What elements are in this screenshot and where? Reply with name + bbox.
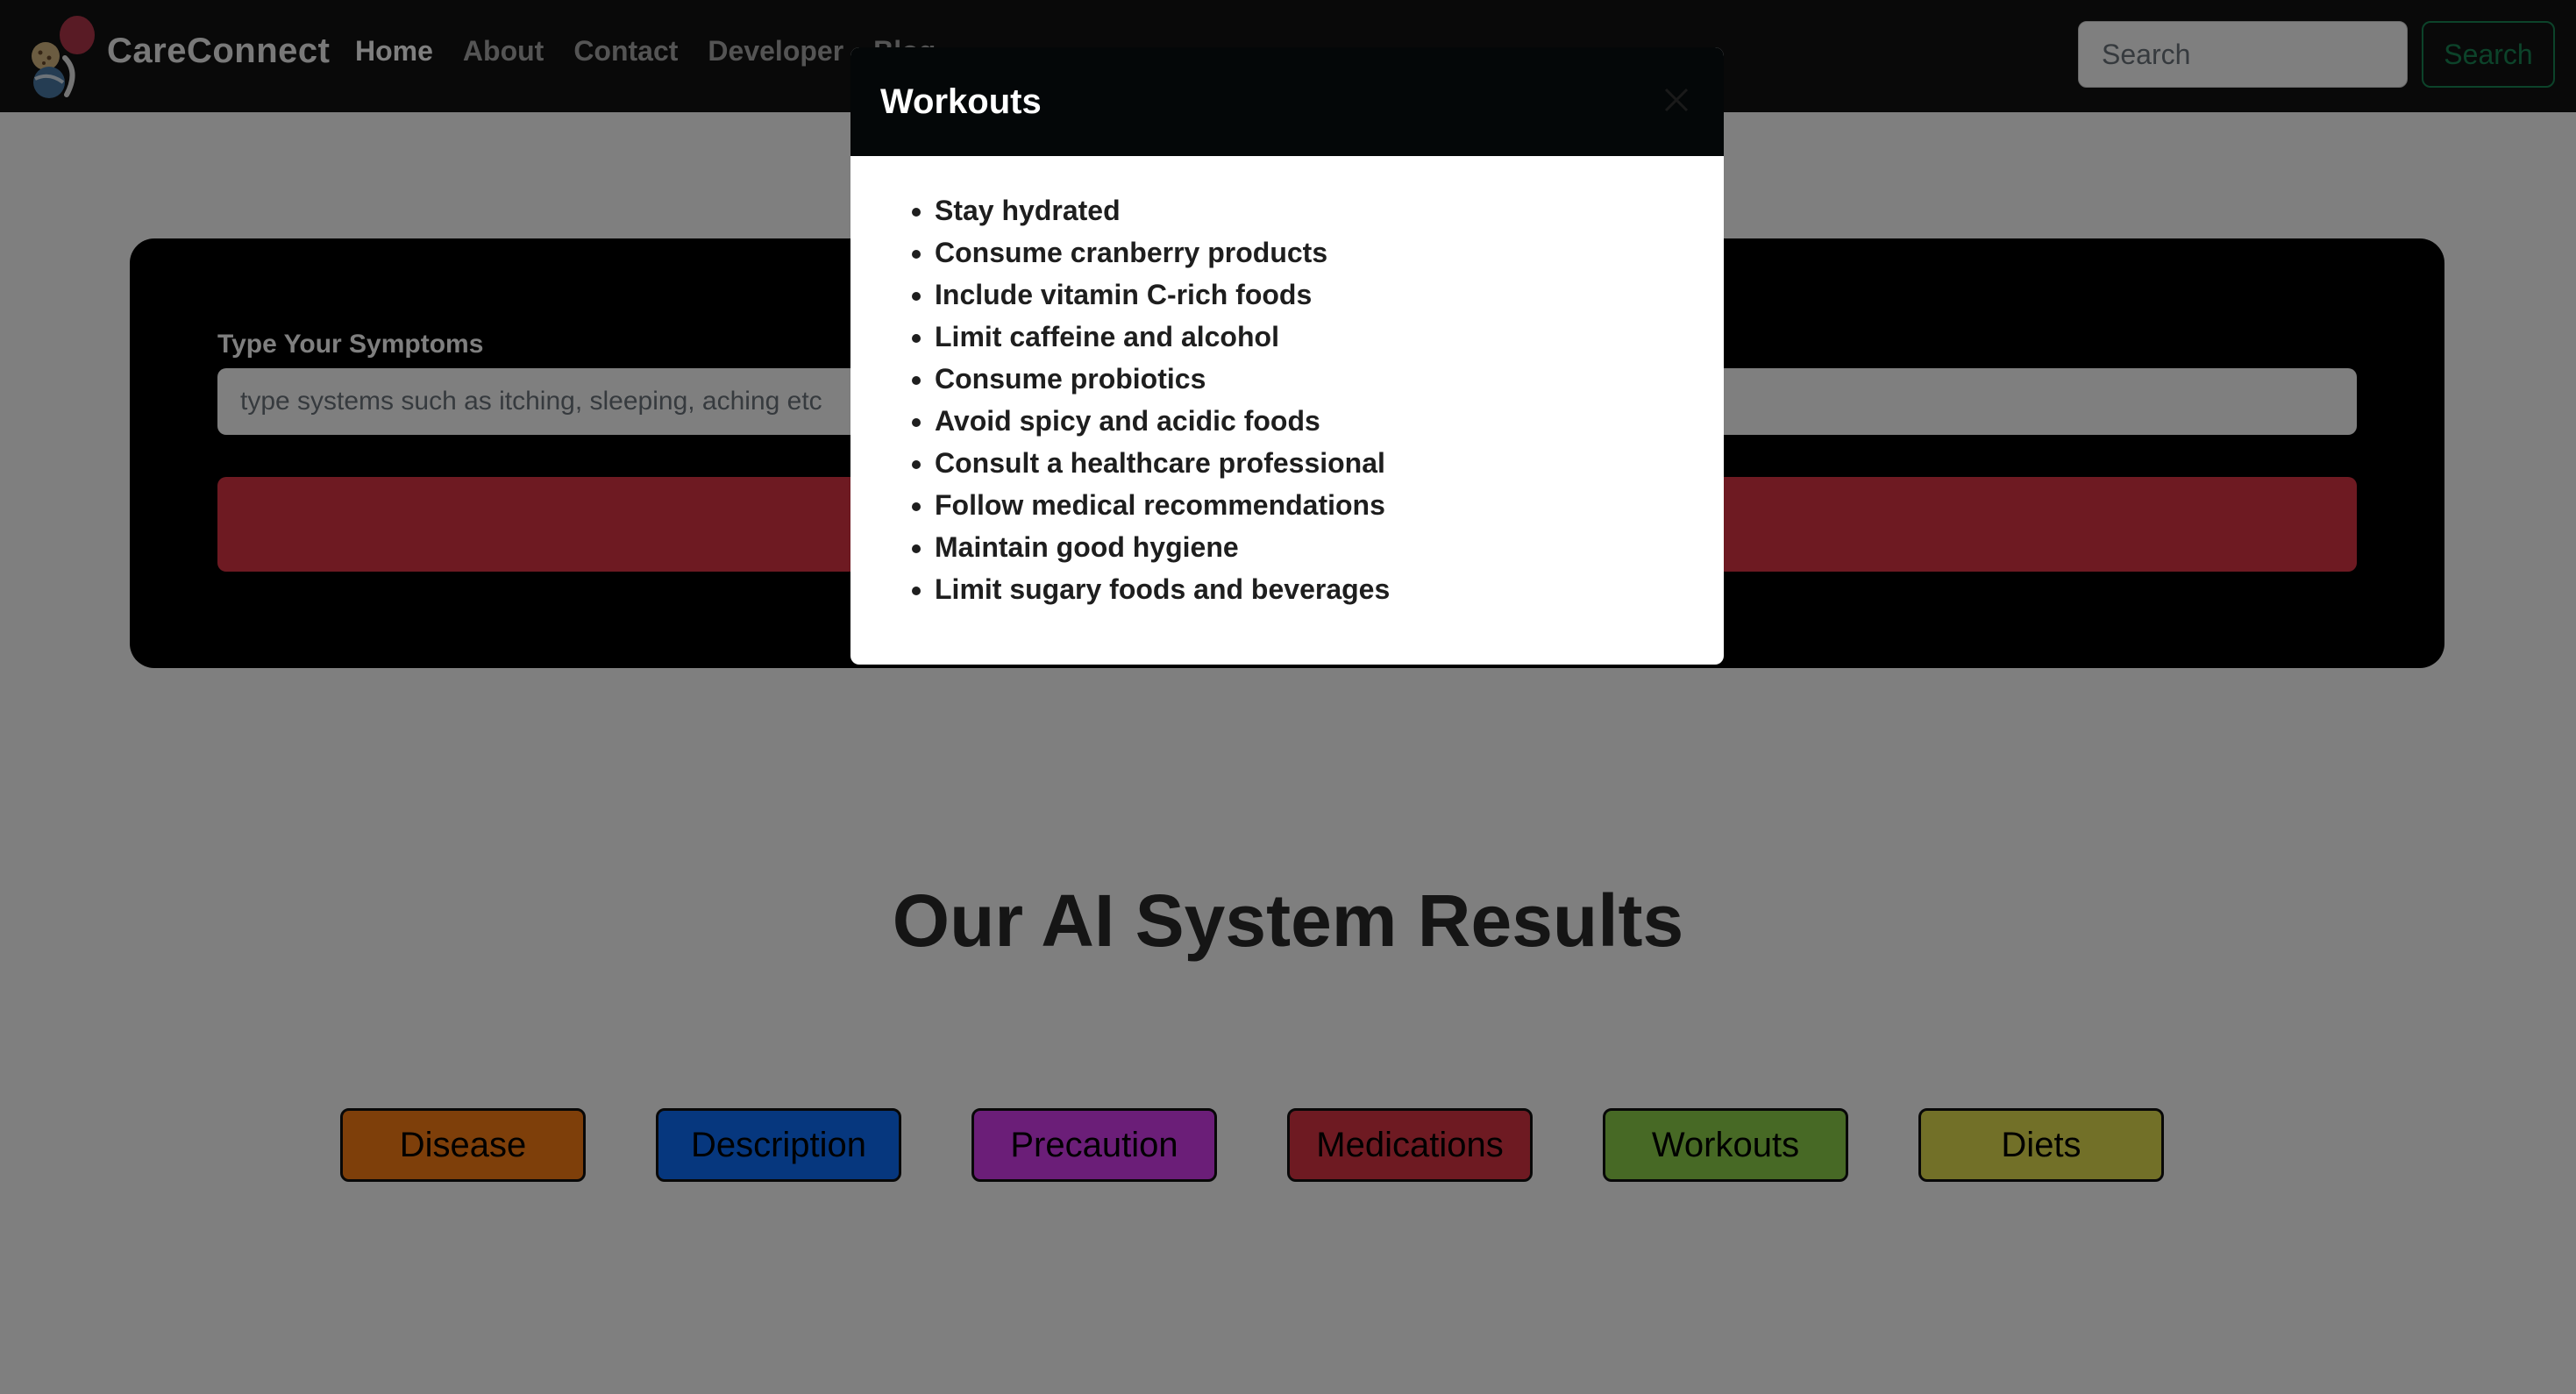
list-item: Consume cranberry products: [935, 231, 1724, 274]
list-item: Stay hydrated: [935, 189, 1724, 231]
close-icon[interactable]: [1659, 82, 1694, 117]
list-item: Follow medical recommendations: [935, 484, 1724, 526]
list-item: Include vitamin C-rich foods: [935, 274, 1724, 316]
list-item: Limit sugary foods and beverages: [935, 568, 1724, 610]
workout-tips-list: Stay hydrated Consume cranberry products…: [935, 189, 1724, 610]
list-item: Limit caffeine and alcohol: [935, 316, 1724, 358]
modal-header: Workouts: [850, 47, 1724, 156]
modal-body: Stay hydrated Consume cranberry products…: [850, 156, 1724, 610]
workouts-modal: Workouts Stay hydrated Consume cranberry…: [850, 47, 1724, 665]
list-item: Consume probiotics: [935, 358, 1724, 400]
list-item: Consult a healthcare professional: [935, 442, 1724, 484]
list-item: Maintain good hygiene: [935, 526, 1724, 568]
modal-title: Workouts: [880, 82, 1042, 121]
list-item: Avoid spicy and acidic foods: [935, 400, 1724, 442]
